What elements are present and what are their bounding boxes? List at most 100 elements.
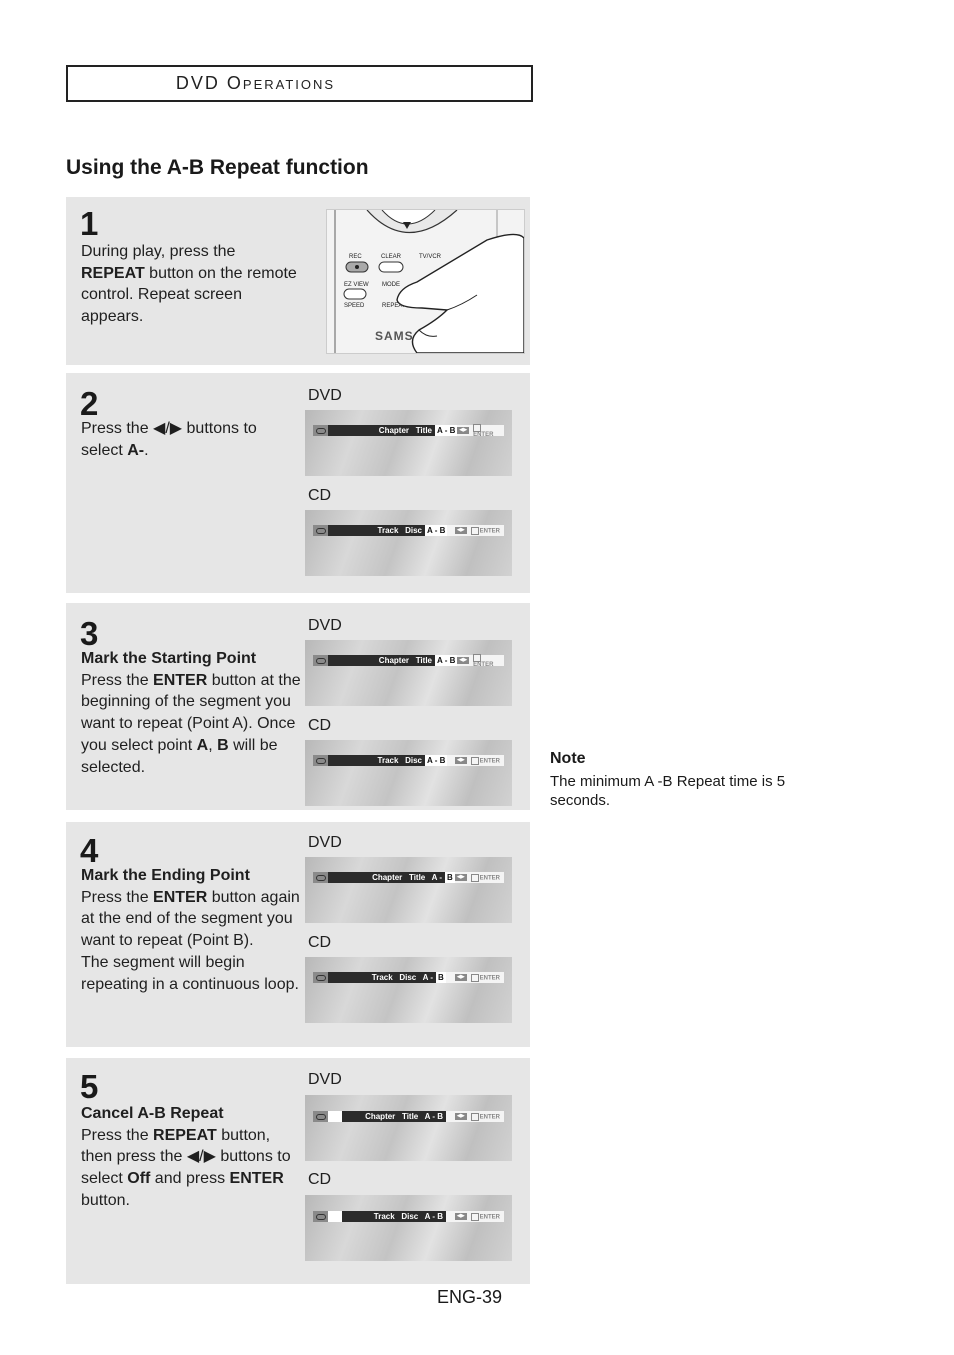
osd-controls: ◀▶ ENTER [447,755,504,766]
svg-text:REC: REC [349,254,362,260]
osd-items: Chapter Title A - [328,872,445,883]
repeat-osd-bar: Chapter Title A - B ◀▶ ENTER [313,1111,504,1122]
screen-label-dvd: DVD [308,1071,342,1088]
repeat-osd-bar: Track Disc A - B ◀▶ ENTER [313,755,504,766]
repeat-icon [313,1111,328,1122]
enter-icon [470,756,479,765]
osd-ab-option[interactable]: B [445,872,455,883]
repeat-osd-bar: Chapter Title A - B ◀▶ ENTER [313,423,504,438]
enter-icon [470,526,479,535]
screen-label-cd: CD [308,934,332,951]
svg-text:SPEED: SPEED [344,303,365,309]
step-number: 2 [80,385,99,422]
step-number: 5 [80,1068,99,1105]
repeat-icon [313,972,328,983]
note: Note The minimum A -B Repeat time is 5 s… [550,750,830,810]
svg-text:TV/VCR: TV/VCR [419,254,442,260]
osd-screen-cd: Track Disc A - B ◀▶ ENTER [305,740,512,806]
step-number: 1 [80,205,99,242]
repeat-icon [313,525,328,536]
osd-ab-option[interactable]: A - B [435,655,458,666]
osd-controls: ◀▶ ENTER [457,653,504,668]
osd-controls: ◀▶ ENTER [457,423,504,438]
remote-control-illustration: REC CLEAR TV/VCR EZ VIEW MODE SPEED REPE… [326,209,525,354]
step-1: 1 During play, press the REPEAT button o… [66,197,530,365]
enter-icon [470,973,479,982]
svg-text:SAMS: SAMS [375,329,414,343]
left-right-icon: ◀▶ [454,757,467,764]
repeat-osd-bar: Chapter Title A - B ◀▶ ENTER [313,872,504,883]
screen-label-dvd: DVD [308,387,342,404]
note-text: The minimum A -B Repeat time is 5 second… [550,773,786,809]
osd-items: Track Disc [328,755,425,766]
left-right-icon: ◀▶ [457,427,470,434]
step-number: 4 [80,832,99,869]
remote-hand-icon: REC CLEAR TV/VCR EZ VIEW MODE SPEED REPE… [327,210,524,353]
repeat-osd-bar: Track Disc A - B ◀▶ ENTER [313,1211,504,1222]
step-5: 5 Cancel A-B Repeat Press the REPEAT butt… [66,1058,530,1284]
repeat-osd-bar: Track Disc A - B ◀▶ ENTER [313,972,504,983]
osd-screen-dvd: Chapter Title A - B ◀▶ ENTER [305,410,512,476]
step-3: 3 Mark the Starting Point Press the ENTER… [66,603,530,810]
enter-icon [470,1212,479,1221]
enter-icon [470,1112,479,1121]
osd-controls: ◀▶ ENTER [446,1111,504,1122]
osd-controls: ◀▶ ENTER [447,525,504,536]
osd-screen-dvd: Chapter Title A - B ◀▶ ENTER [305,1095,512,1161]
step-number: 3 [80,615,99,652]
step-text: Press the ◀/▶ buttons to select A-. [81,420,257,459]
osd-items: Track Disc [328,525,425,536]
osd-items: Chapter Title [328,425,435,436]
osd-ab-option[interactable]: A - B [425,755,448,766]
screen-label-dvd: DVD [308,617,342,634]
step-text: Mark the Ending Point Press the ENTER but… [81,867,300,993]
left-right-icon: ◀▶ [454,1113,467,1120]
osd-ab-option[interactable]: A - B [425,525,448,536]
osd-screen-dvd: Chapter Title A - B ◀▶ ENTER [305,857,512,923]
svg-text:MODE: MODE [382,282,400,288]
osd-screen-cd: Track Disc A - B ◀▶ ENTER [305,510,512,576]
repeat-icon [313,872,328,883]
enter-icon [473,423,482,432]
repeat-icon [313,755,328,766]
step-4: 4 Mark the Ending Point Press the ENTER b… [66,822,530,1047]
repeat-osd-bar: Chapter Title A - B ◀▶ ENTER [313,653,504,668]
osd-controls: ◀▶ ENTER [454,872,504,883]
enter-icon [473,653,482,662]
section-header-text: DVD Operations [175,73,336,93]
enter-icon [470,873,479,882]
page-title: Using the A-B Repeat function [66,156,369,179]
repeat-osd-bar: Track Disc A - B ◀▶ ENTER [313,525,504,536]
osd-screen-cd: Track Disc A - B ◀▶ ENTER [305,957,512,1023]
screen-label-cd: CD [308,1171,332,1188]
osd-items: Track Disc A - B [342,1211,446,1222]
osd-off-highlight[interactable] [328,1111,342,1122]
repeat-icon [313,425,328,436]
step-text: Cancel A-B Repeat Press the REPEAT button… [81,1105,291,1209]
osd-controls: ◀▶ ENTER [446,1211,504,1222]
repeat-icon [313,1211,328,1222]
left-right-icon: ◀▶ [454,1213,467,1220]
step-text: Mark the Starting Point Press the ENTER b… [81,650,301,776]
note-title: Note [550,750,586,767]
osd-items: Track Disc A - [328,972,436,983]
osd-off-highlight[interactable] [328,1211,342,1222]
svg-text:CLEAR: CLEAR [381,254,402,260]
step-2: 2 Press the ◀/▶ buttons to select A-. DV… [66,373,530,593]
left-right-icon: ◀▶ [454,974,467,981]
osd-screen-dvd: Chapter Title A - B ◀▶ ENTER [305,640,512,706]
left-right-icon: ◀▶ [457,657,470,664]
svg-text:EZ VIEW: EZ VIEW [344,282,369,288]
osd-ab-option[interactable]: B [436,972,446,983]
osd-controls: ◀▶ ENTER [445,972,504,983]
screen-label-cd: CD [308,487,332,504]
screen-label-dvd: DVD [308,834,342,851]
osd-screen-cd: Track Disc A - B ◀▶ ENTER [305,1195,512,1261]
left-right-icon: ◀▶ [454,527,467,534]
osd-ab-option[interactable]: A - B [435,425,458,436]
screen-label-cd: CD [308,717,332,734]
left-right-icon: ◀▶ [454,874,467,881]
osd-items: Chapter Title A - B [342,1111,446,1122]
repeat-icon [313,655,328,666]
step-text: During play, press the REPEAT button on … [81,243,297,326]
